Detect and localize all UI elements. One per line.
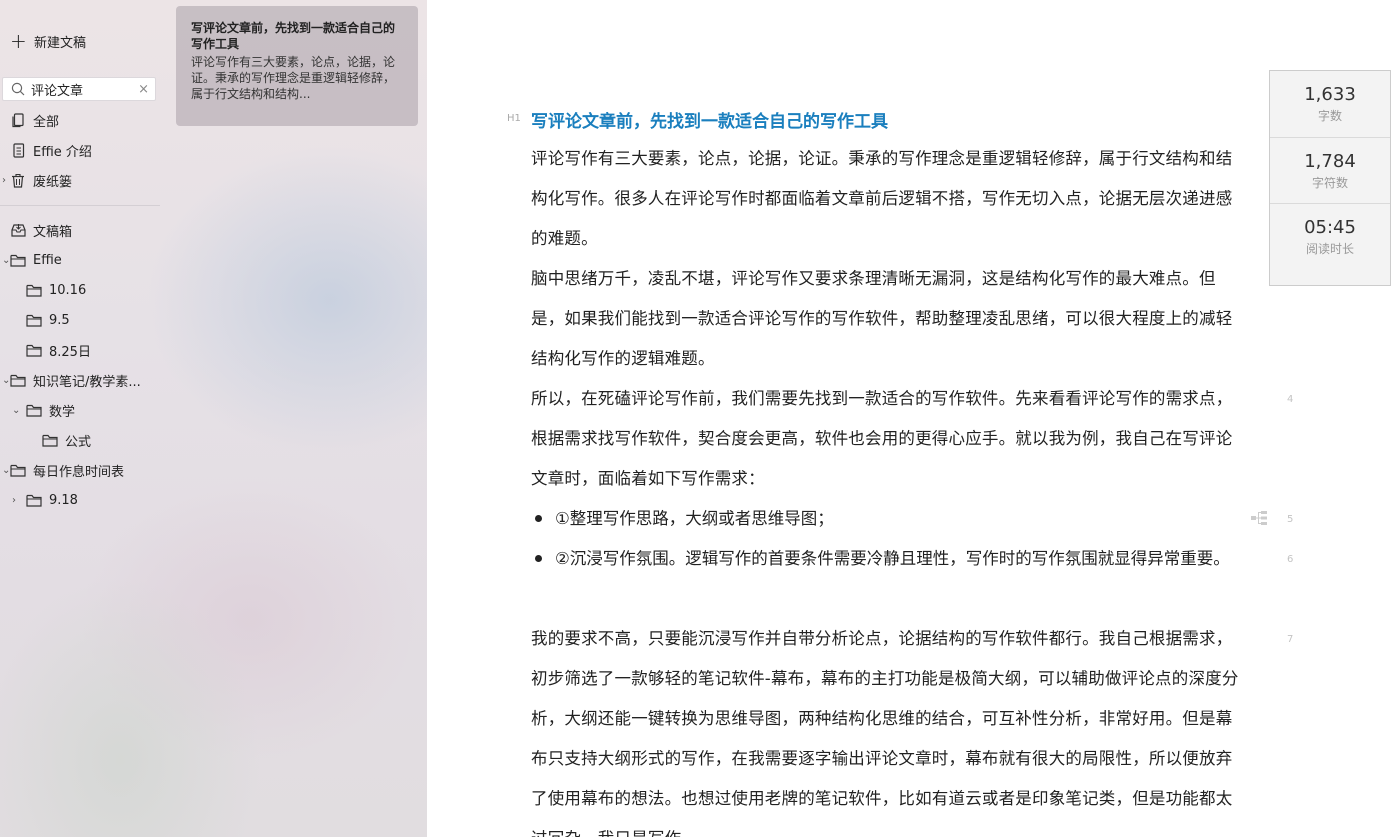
chevron-down-icon[interactable]: ⌄ — [2, 465, 10, 476]
sidebar-folder-notes[interactable]: ⌄ 知识笔记/教学素... — [2, 369, 141, 391]
stats-panel: 1,633 字数 1,784 字符数 05:45 阅读时长 — [1269, 70, 1391, 286]
search-icon — [11, 82, 25, 96]
stat-label: 字符数 — [1311, 175, 1348, 190]
sidebar-item-label: 每日作息时间表 — [33, 464, 125, 480]
sidebar-folder-9-18[interactable]: › 9.18 — [12, 489, 78, 511]
stat-word-count: 1,633 字数 — [1270, 71, 1390, 137]
line-number: 6 — [1287, 554, 1294, 565]
sidebar-item-label: 全部 — [33, 114, 60, 130]
folder-icon — [26, 492, 42, 508]
mindmap-icon[interactable] — [1250, 510, 1268, 526]
sidebar-item-label: 废纸篓 — [33, 174, 73, 190]
bullet-icon — [535, 515, 542, 522]
folder-icon — [26, 342, 42, 358]
document-card[interactable]: 写评论文章前，先找到一款适合自己的写作工具 评论写作有三大要素，论点，论据，论证… — [176, 6, 418, 126]
line-number: 7 — [1287, 634, 1294, 645]
folder-icon — [42, 432, 58, 448]
stat-value: 05:45 — [1304, 216, 1356, 238]
new-doc-label: 新建文稿 — [34, 35, 87, 51]
sidebar-item-label: Effie 介绍 — [33, 144, 92, 160]
sidebar-item-label: 9.5 — [49, 312, 70, 328]
heading-level-tag: H1 — [507, 113, 521, 124]
sidebar-item-effie-intro[interactable]: Effie 介绍 — [10, 139, 92, 161]
stat-label: 字数 — [1317, 109, 1342, 123]
plus-icon: + — [10, 29, 27, 53]
sidebar-item-inbox[interactable]: 文稿箱 — [10, 219, 72, 241]
folder-icon — [10, 462, 26, 478]
stat-value: 1,633 — [1304, 84, 1356, 105]
sidebar-item-label: 文稿箱 — [33, 224, 73, 240]
sidebar-item-label: 数学 — [49, 404, 76, 420]
chevron-right-icon[interactable]: › — [2, 175, 6, 186]
chevron-down-icon[interactable]: ⌄ — [12, 405, 20, 416]
paragraph[interactable]: 我的要求不高，只要能沉浸写作并自带分析论点，论据结构的写作软件都行。我自己根据需… — [531, 619, 1241, 837]
document-title[interactable]: 写评论文章前，先找到一款适合自己的写作工具 — [531, 107, 888, 132]
sidebar-folder-9-5[interactable]: 9.5 — [26, 309, 70, 331]
sidebar-folder-8-25[interactable]: 8.25日 — [26, 339, 91, 361]
chevron-down-icon[interactable]: ⌄ — [2, 375, 10, 386]
list-item[interactable]: ①整理写作思路，大纲或者思维导图； — [531, 499, 1241, 539]
line-number: 5 — [1287, 514, 1294, 525]
sidebar-item-label: 8.25日 — [49, 344, 91, 360]
sidebar-folder-effie[interactable]: ⌄ Effie — [2, 249, 62, 271]
list-item-text: ②沉浸写作氛围。逻辑写作的首要条件需要冷静且理性，写作时的写作氛围就显得异常重要… — [555, 549, 1230, 568]
sidebar-folder-math[interactable]: ⌄ 数学 — [12, 399, 76, 421]
paragraph[interactable]: 脑中思绪万千，凌乱不堪，评论写作又要求条理清晰无漏洞，这是结构化写作的最大难点。… — [531, 259, 1241, 379]
chevron-right-icon[interactable]: › — [12, 495, 16, 506]
sidebar-item-trash[interactable]: › 废纸篓 — [2, 169, 73, 191]
folder-icon — [26, 282, 42, 298]
stat-char-count: 1,784 字符数 — [1270, 137, 1390, 203]
sidebar-item-label: Effie — [33, 252, 62, 268]
new-doc-button[interactable]: + 新建文稿 — [10, 30, 86, 52]
editor[interactable]: H1 写评论文章前，先找到一款适合自己的写作工具 评论写作有三大要素，论点，论据… — [427, 0, 1397, 837]
paragraph[interactable]: 评论写作有三大要素，论点，论据，论证。秉承的写作理念是重逻辑轻修辞，属于行文结构… — [531, 139, 1241, 259]
sidebar-divider — [0, 205, 160, 206]
chevron-down-icon[interactable]: ⌄ — [2, 255, 10, 266]
stat-reading-time: 05:45 阅读时长 — [1270, 203, 1390, 269]
sidebar-folder-schedule[interactable]: ⌄ 每日作息时间表 — [2, 459, 125, 481]
line-number: 4 — [1287, 394, 1294, 405]
stat-label: 阅读时长 — [1305, 241, 1354, 256]
document-icon — [10, 142, 26, 158]
paragraph[interactable]: 所以，在死磕评论写作前，我们需要先找到一款适合的写作软件。先来看看评论写作的需求… — [531, 379, 1241, 499]
sidebar-item-all[interactable]: 全部 — [10, 109, 59, 131]
trash-icon — [10, 172, 26, 188]
sidebar: + 新建文稿 × 全部 Effie 介绍 › — [0, 0, 165, 837]
sidebar-item-label: 知识笔记/教学素... — [33, 374, 141, 390]
folder-icon — [26, 402, 42, 418]
sidebar-folder-formula[interactable]: 公式 — [42, 429, 91, 451]
card-title: 写评论文章前，先找到一款适合自己的写作工具 — [191, 21, 396, 51]
search-box[interactable]: × — [2, 77, 156, 101]
search-input[interactable] — [31, 81, 133, 97]
documents-icon — [10, 112, 26, 128]
clear-search-icon[interactable]: × — [138, 82, 149, 97]
left-panel: + 新建文稿 × 全部 Effie 介绍 › — [0, 0, 427, 837]
card-excerpt: 评论写作有三大要素，论点，论据，论证。秉承的写作理念是重逻辑轻修辞，属于行文结构… — [191, 55, 396, 101]
inbox-icon — [10, 222, 26, 238]
folder-icon — [26, 312, 42, 328]
sidebar-folder-10-16[interactable]: 10.16 — [26, 279, 86, 301]
bullet-icon — [535, 555, 542, 562]
sidebar-item-label: 9.18 — [49, 492, 78, 508]
sidebar-item-label: 公式 — [65, 434, 92, 450]
sidebar-item-label: 10.16 — [49, 282, 87, 298]
stat-value: 1,784 — [1304, 150, 1356, 172]
list-item-text: ①整理写作思路，大纲或者思维导图； — [555, 509, 834, 528]
folder-icon — [10, 252, 26, 268]
list-item[interactable]: ②沉浸写作氛围。逻辑写作的首要条件需要冷静且理性，写作时的写作氛围就显得异常重要… — [531, 539, 1241, 579]
folder-icon — [10, 372, 26, 388]
